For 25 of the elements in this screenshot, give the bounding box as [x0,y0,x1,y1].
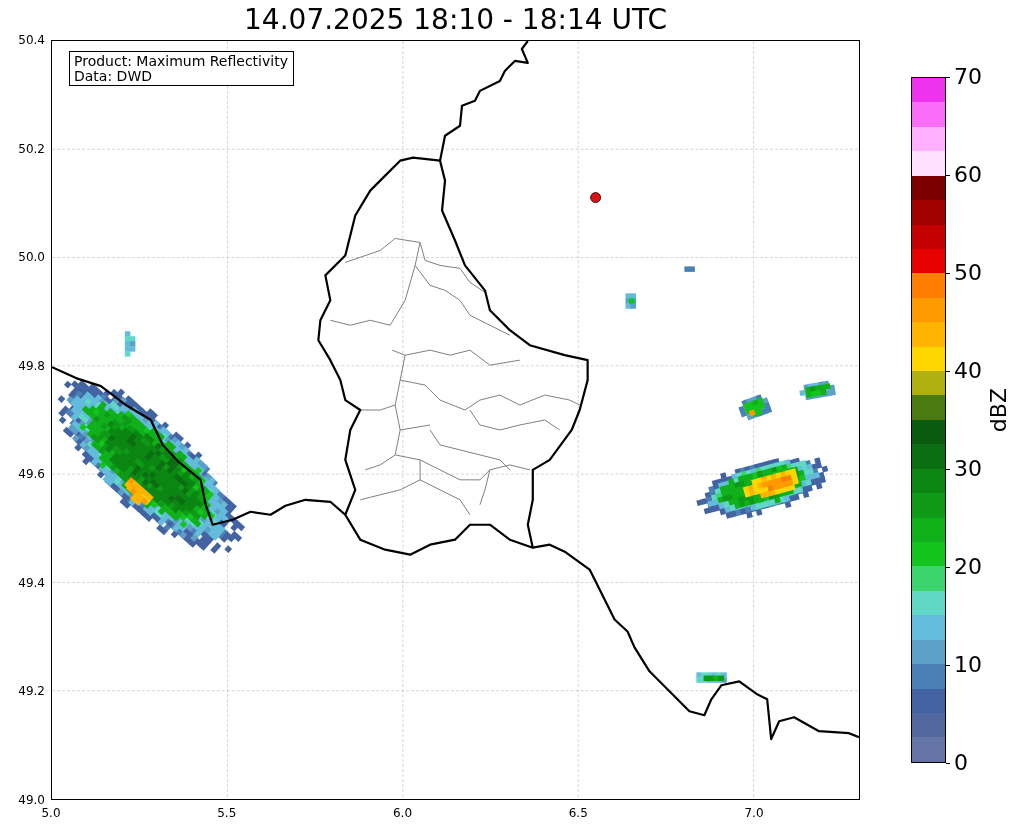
chart-title: 14.07.2025 18:10 - 18:14 UTC [243,2,668,38]
axis-tick-label: 49.2 [18,684,45,699]
axis-tick-label: 50.4 [18,33,45,47]
axis-tick-label: 6.0 [391,806,414,820]
colorbar-tick-label: 0 [954,750,968,776]
axis-tick-label: 5.0 [40,806,62,820]
axis-tick-label: 7.0 [743,806,765,820]
axis-tick-label: 50.2 [18,141,45,156]
axis-tick-label: 49.8 [18,358,45,373]
info-text: Data: DWD [74,69,153,84]
colorbar-tick-label: 10 [954,652,982,678]
colorbar-tick-label: 70 [954,64,982,90]
colorbar-tick-label: 40 [954,358,982,384]
axis-tick-label: 49.0 [18,792,45,807]
axis-tick-label: 6.5 [567,806,589,820]
axis-tick-label: 50.0 [18,250,45,265]
axis-tick-label: 49.6 [18,467,45,482]
info-text: Product: Maximum Reflectivity [74,54,288,69]
colorbar-tick-label: 30 [954,456,982,482]
axis-tick-label: 5.5 [216,806,238,820]
colorbar-label: dBZ [986,387,1011,433]
axis-tick-label: 49.4 [18,575,45,590]
colorbar-tick-label: 50 [954,260,982,286]
colorbar-tick-label: 60 [954,162,982,188]
colorbar-tick-label: 20 [954,554,982,580]
